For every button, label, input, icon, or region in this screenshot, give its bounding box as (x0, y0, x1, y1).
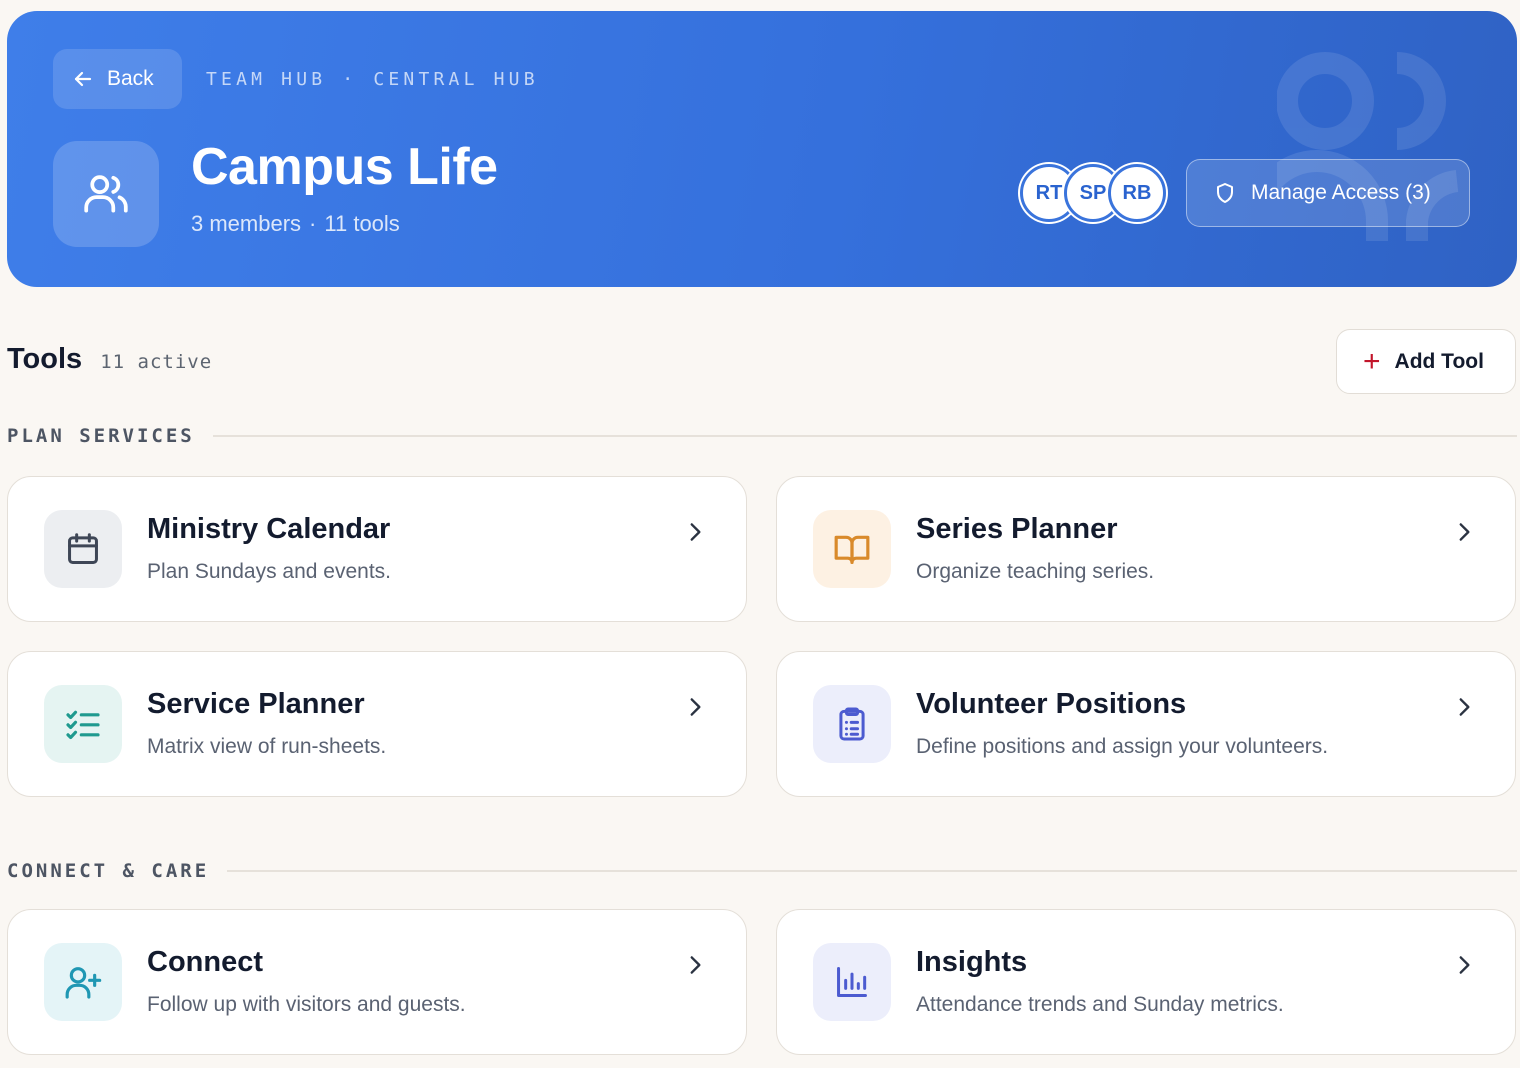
team-avatar (53, 141, 159, 247)
tool-title: Volunteer Positions (916, 688, 1187, 720)
tool-icon-tile (813, 510, 891, 588)
tool-icon-tile (813, 943, 891, 1021)
users-icon (84, 175, 128, 213)
manage-access-label: Manage Access (3) (1251, 181, 1431, 204)
tool-title: Series Planner (916, 513, 1118, 545)
tools-header: Tools 11 active (7, 343, 212, 376)
chevron-right-icon (1459, 698, 1470, 716)
tool-icon-tile (44, 685, 122, 763)
tool-title: Service Planner (147, 688, 365, 720)
bar-chart-icon (837, 967, 867, 997)
section-label: PLAN SERVICES (7, 425, 195, 447)
tool-description: Plan Sundays and events. (147, 560, 392, 583)
breadcrumb: TEAM HUB · CENTRAL HUB (206, 69, 539, 90)
tool-description: Define positions and assign your volunte… (916, 735, 1329, 758)
tool-description: Organize teaching series. (916, 560, 1155, 583)
chevron-right-icon (690, 698, 701, 716)
team-meta: 3 members · 11 tools (191, 211, 400, 237)
clipboard-list-icon (839, 707, 865, 741)
tool-card-service-planner[interactable]: Service Planner Matrix view of run-sheet… (7, 651, 747, 797)
back-button[interactable]: Back (53, 49, 182, 109)
back-label: Back (107, 67, 154, 90)
tool-icon-tile (44, 943, 122, 1021)
chevron-right-icon (690, 956, 701, 974)
tool-count: 11 tools (324, 211, 400, 236)
tool-description: Follow up with visitors and guests. (147, 993, 466, 1016)
book-open-icon (834, 535, 870, 564)
meta-separator: · (309, 211, 317, 236)
tool-card-insights[interactable]: Insights Attendance trends and Sunday me… (776, 909, 1516, 1055)
breadcrumb-central-hub[interactable]: CENTRAL HUB (373, 69, 538, 90)
tool-card-ministry-calendar[interactable]: Ministry Calendar Plan Sundays and event… (7, 476, 747, 622)
tool-icon-tile (44, 510, 122, 588)
shield-icon (1217, 183, 1233, 203)
tool-title: Insights (916, 946, 1028, 978)
plus-icon: + (1363, 344, 1381, 378)
tool-card-series-planner[interactable]: Series Planner Organize teaching series. (776, 476, 1516, 622)
tool-description: Attendance trends and Sunday metrics. (916, 993, 1284, 1016)
member-count: 3 members (191, 211, 302, 236)
tool-description: Matrix view of run-sheets. (147, 735, 387, 758)
tool-card-volunteer-positions[interactable]: Volunteer Positions Define positions and… (776, 651, 1516, 797)
avatar[interactable]: RB (1108, 164, 1166, 222)
add-tool-label: Add Tool (1394, 349, 1484, 373)
manage-access-button[interactable]: Manage Access (3) (1186, 159, 1470, 227)
chevron-right-icon (1459, 523, 1470, 541)
list-checks-icon (66, 710, 100, 740)
team-header: Back TEAM HUB · CENTRAL HUB Campus Life … (7, 11, 1517, 287)
chevron-right-icon (1459, 956, 1470, 974)
breadcrumb-separator: · (342, 69, 358, 90)
section-label: CONNECT & CARE (7, 860, 210, 882)
section-connect-care: CONNECT & CARE (7, 860, 1517, 882)
member-avatars[interactable]: RT SP RB (1020, 164, 1166, 222)
section-plan-services: PLAN SERVICES (7, 425, 1517, 447)
section-divider (212, 435, 1517, 437)
arrow-left-icon (74, 71, 92, 87)
section-divider (227, 870, 1517, 872)
tool-icon-tile (813, 685, 891, 763)
user-plus-icon (65, 967, 102, 999)
calendar-icon (68, 533, 98, 564)
page-title: Campus Life (191, 138, 498, 196)
tool-title: Ministry Calendar (147, 513, 391, 545)
add-tool-button[interactable]: + Add Tool (1336, 329, 1516, 394)
tool-card-connect[interactable]: Connect Follow up with visitors and gues… (7, 909, 747, 1055)
tools-title: Tools (7, 343, 83, 375)
active-count: 11 active (100, 351, 213, 373)
chevron-right-icon (690, 523, 701, 541)
breadcrumb-team-hub[interactable]: TEAM HUB (206, 69, 326, 90)
tool-title: Connect (147, 946, 263, 978)
